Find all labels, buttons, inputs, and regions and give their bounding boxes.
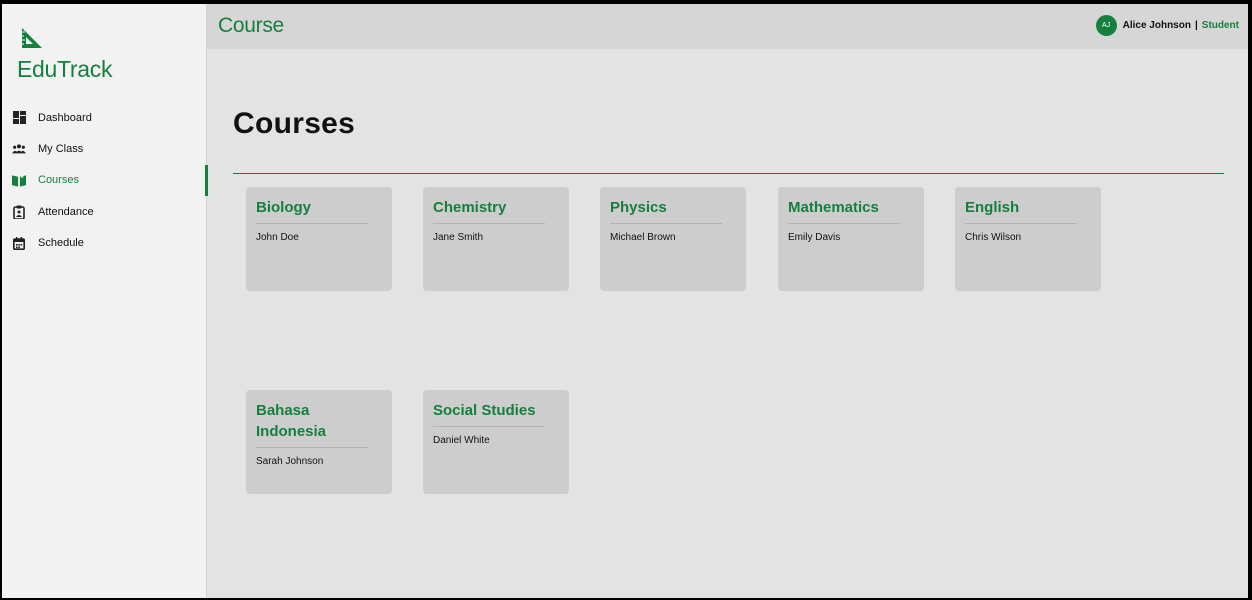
user-role: Student	[1201, 20, 1239, 31]
title-divider	[233, 173, 1224, 174]
course-teacher: Chris Wilson	[965, 232, 1022, 243]
card-divider	[256, 447, 368, 448]
card-divider	[788, 223, 900, 224]
users-icon	[12, 142, 26, 156]
course-name: Social Studies	[433, 402, 536, 419]
course-card-social-studies[interactable]: Social Studies Daniel White	[423, 390, 569, 494]
sidebar-item-schedule[interactable]: Schedule	[2, 228, 207, 259]
course-name: Biology	[256, 199, 311, 216]
card-divider	[610, 223, 722, 224]
sidebar-item-label: Dashboard	[38, 111, 92, 124]
user-name: Alice Johnson	[1122, 20, 1191, 31]
course-card-bahasa-indonesia[interactable]: Bahasa Indonesia Sarah Johnson	[246, 390, 392, 494]
course-name: Bahasa Indonesia	[256, 402, 327, 440]
user-profile[interactable]: AJ Alice Johnson | Student	[1095, 15, 1239, 36]
app-window: EduTrack Dashboard My Class Courses Atte…	[2, 4, 1248, 598]
app-name: EduTrack	[17, 56, 113, 82]
sidebar-nav: Dashboard My Class Courses Attendance Sc…	[2, 102, 208, 259]
course-teacher: Emily Davis	[788, 232, 841, 243]
sidebar-item-label: Schedule	[38, 237, 84, 250]
card-divider	[965, 223, 1077, 224]
calendar-icon	[12, 236, 26, 250]
course-name: English	[965, 199, 1020, 216]
page-title: Courses	[233, 107, 356, 140]
course-name: Chemistry	[433, 199, 507, 216]
clipboard-icon	[12, 205, 26, 219]
sidebar-item-my-class[interactable]: My Class	[2, 133, 207, 164]
course-teacher: Michael Brown	[610, 232, 676, 243]
sidebar-item-label: Attendance	[38, 205, 94, 218]
course-teacher: Jane Smith	[433, 232, 484, 243]
user-separator: |	[1194, 20, 1198, 31]
sidebar-item-label: Courses	[38, 174, 79, 187]
set-square-icon	[22, 28, 42, 48]
sidebar-item-courses[interactable]: Courses	[2, 164, 208, 197]
course-card-english[interactable]: English Chris Wilson	[955, 187, 1101, 291]
course-card-mathematics[interactable]: Mathematics Emily Davis	[778, 187, 924, 291]
course-card-physics[interactable]: Physics Michael Brown	[600, 187, 746, 291]
card-divider	[433, 426, 545, 427]
sidebar-item-label: My Class	[38, 143, 84, 156]
course-name: Physics	[610, 199, 667, 216]
course-name: Mathematics	[788, 199, 879, 216]
sidebar-item-dashboard[interactable]: Dashboard	[2, 102, 207, 133]
card-divider	[433, 223, 545, 224]
top-header: Course AJ Alice Johnson | Student	[207, 4, 1248, 49]
card-divider	[256, 223, 368, 224]
course-teacher: Daniel White	[433, 435, 490, 446]
course-card-chemistry[interactable]: Chemistry Jane Smith	[423, 187, 569, 291]
course-card-biology[interactable]: Biology John Doe	[246, 187, 392, 291]
dashboard-icon	[12, 111, 26, 125]
course-teacher: Sarah Johnson	[256, 456, 324, 467]
sidebar-item-attendance[interactable]: Attendance	[2, 196, 207, 227]
header-title: Course	[218, 14, 284, 37]
sidebar: EduTrack Dashboard My Class Courses Atte…	[2, 4, 208, 598]
avatar[interactable]: AJ	[1095, 15, 1117, 36]
course-teacher: John Doe	[256, 232, 299, 243]
book-icon	[12, 173, 26, 187]
